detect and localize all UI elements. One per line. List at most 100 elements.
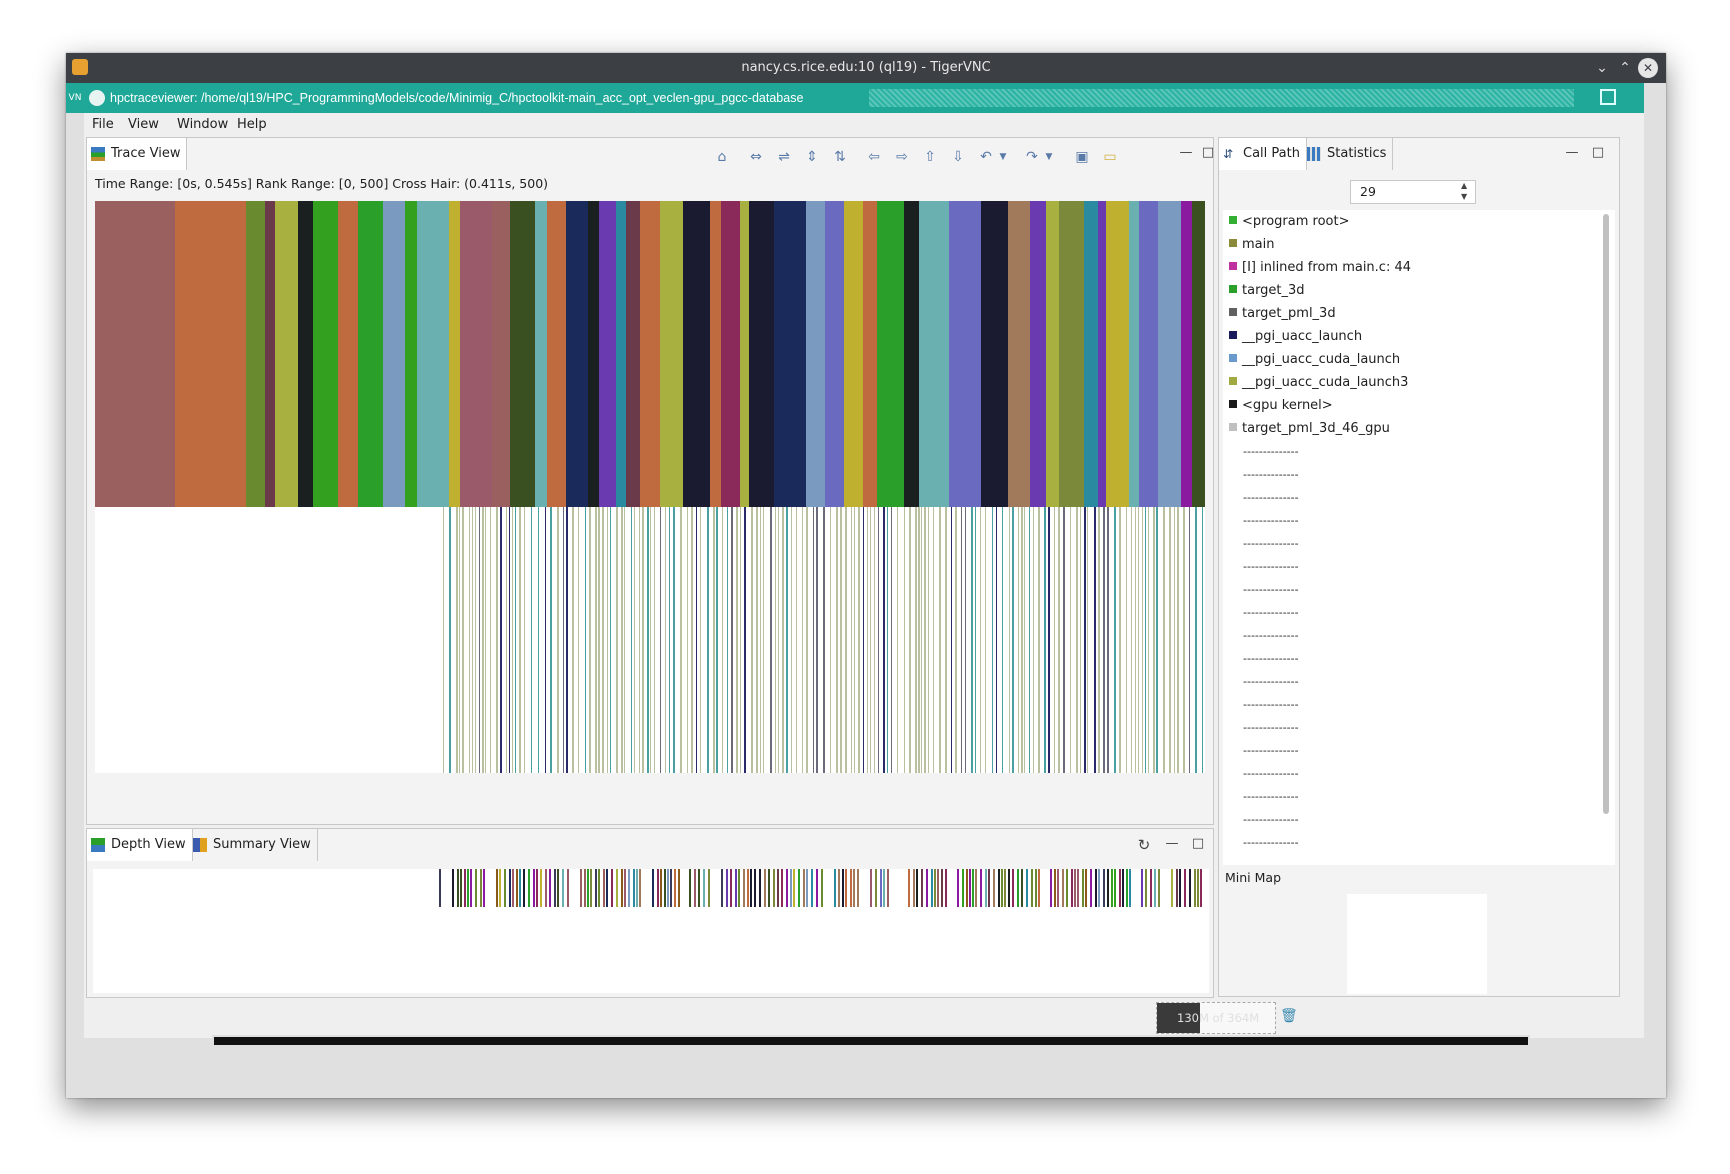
minimize-panel-icon[interactable]: — [1165, 837, 1179, 851]
call-path-item[interactable]: target_pml_3d [1229, 304, 1336, 324]
depth-line [639, 869, 641, 907]
trace-line [840, 507, 842, 773]
menu-window[interactable]: Window [171, 113, 234, 137]
trace-line [1044, 507, 1046, 773]
trace-line [1107, 507, 1109, 773]
arrow-down-icon[interactable]: ⇩ [947, 148, 969, 166]
trace-line [813, 507, 814, 773]
tab-statistics[interactable]: Statistics [1303, 138, 1394, 170]
depth-line [834, 869, 836, 907]
call-path-item[interactable]: target_3d [1229, 281, 1305, 301]
call-path-item[interactable]: <program root> [1229, 212, 1349, 232]
depth-line [703, 869, 705, 907]
maximize-panel-icon[interactable]: □ [1201, 146, 1215, 160]
menu-file[interactable]: File [86, 113, 120, 137]
call-path-label: __pgi_uacc_launch [1242, 329, 1363, 344]
depth-spinner[interactable]: 29 ▲ ▼ [1350, 180, 1476, 204]
trace-band [1129, 201, 1139, 507]
refresh-icon[interactable]: ↻ [1137, 838, 1151, 853]
depth-line [721, 869, 723, 907]
close-icon[interactable]: ✕ [1638, 58, 1658, 78]
trace-line [621, 507, 623, 773]
vnc-titlebar: nancy.cs.rice.edu:10 (ql19) - TigerVNC ⌄… [66, 53, 1666, 83]
color-swatch [1229, 216, 1237, 224]
call-path-item[interactable]: [I] inlined from main.c: 44 [1229, 258, 1411, 278]
color-swatch [1229, 354, 1237, 362]
trace-line [519, 507, 521, 773]
memory-indicator: 130M of 364M [1156, 1002, 1276, 1034]
vnc-horizontal-scrollbar[interactable] [212, 1035, 1530, 1047]
trace-band [275, 201, 298, 507]
menu-view[interactable]: View [122, 113, 165, 137]
depth-line [475, 869, 477, 907]
window-layout-icon[interactable] [1600, 89, 1616, 105]
depth-line [1074, 869, 1076, 907]
depth-line [611, 869, 613, 907]
shrink-horizontal-icon[interactable]: ⇌ [773, 148, 795, 166]
minimize-panel-icon[interactable]: — [1179, 146, 1193, 160]
depth-canvas[interactable] [93, 869, 1209, 993]
call-path-item[interactable]: __pgi_uacc_launch [1229, 327, 1362, 347]
depth-line [1126, 869, 1128, 907]
depth-line [1150, 869, 1152, 907]
depth-line [750, 869, 752, 907]
undo-dropdown-icon[interactable]: ▼ [997, 148, 1009, 166]
depth-line [850, 869, 852, 907]
call-path-item[interactable]: target_pml_3d_46_gpu [1229, 419, 1390, 439]
tab-depth-view[interactable]: Depth View [87, 829, 193, 861]
trace-band [1098, 201, 1106, 507]
call-path-item[interactable]: __pgi_uacc_cuda_launch3 [1229, 373, 1408, 393]
maximize-panel-icon[interactable]: □ [1591, 146, 1605, 160]
call-path-item[interactable]: main [1229, 235, 1274, 255]
redo-dropdown-icon[interactable]: ▼ [1043, 148, 1055, 166]
call-path-placeholder: -------------- [1243, 491, 1299, 504]
maximize-icon[interactable]: ⌃ [1615, 58, 1635, 78]
home-icon[interactable]: ⌂ [711, 148, 733, 166]
spinner-up-icon[interactable]: ▲ [1461, 181, 1467, 190]
open-folder-icon[interactable]: ▭ [1099, 148, 1121, 166]
depth-spinner-value[interactable]: 29 [1360, 184, 1376, 199]
trace-line [691, 507, 693, 773]
save-icon[interactable]: ▣ [1071, 148, 1093, 166]
trace-line [634, 507, 635, 773]
call-path-item[interactable]: __pgi_uacc_cuda_launch [1229, 350, 1400, 370]
trash-icon[interactable]: 🗑 [1280, 1008, 1298, 1024]
depth-line [845, 869, 847, 907]
trace-line [897, 507, 898, 773]
trace-canvas[interactable] [95, 201, 1205, 773]
trace-line [1163, 507, 1165, 773]
spinner-down-icon[interactable]: ▼ [1461, 192, 1467, 201]
tab-summary-view[interactable]: Summary View [189, 829, 318, 861]
trace-plot[interactable] [95, 201, 1205, 773]
scrollbar[interactable] [1603, 214, 1609, 814]
undo-icon[interactable]: ↶ [975, 148, 997, 166]
arrow-left-icon[interactable]: ⇦ [863, 148, 885, 166]
trace-line [631, 507, 632, 773]
arrow-right-icon[interactable]: ⇨ [891, 148, 913, 166]
call-path-placeholder: -------------- [1243, 629, 1299, 642]
redo-icon[interactable]: ↷ [1021, 148, 1043, 166]
expand-vertical-icon[interactable]: ⇕ [801, 148, 823, 166]
shrink-vertical-icon[interactable]: ⇅ [829, 148, 851, 166]
call-path-icon: ⇵ [1223, 147, 1234, 161]
trace-line [524, 507, 525, 773]
menu-help[interactable]: Help [231, 113, 273, 137]
tab-call-path[interactable]: ⇵ Call Path [1219, 138, 1307, 170]
trace-band [904, 201, 919, 507]
trace-line [585, 507, 586, 773]
summary-view-tab-label: Summary View [213, 837, 311, 852]
arrow-up-icon[interactable]: ⇧ [919, 148, 941, 166]
mini-map[interactable] [1347, 894, 1487, 994]
maximize-panel-icon[interactable]: □ [1191, 837, 1205, 851]
depth-plot[interactable] [93, 869, 1209, 993]
minimize-icon[interactable]: ⌄ [1592, 58, 1612, 78]
trace-line [472, 507, 473, 773]
trace-band [616, 201, 626, 507]
trace-line [1119, 507, 1121, 773]
depth-line [536, 869, 538, 907]
minimize-panel-icon[interactable]: — [1565, 146, 1579, 160]
color-swatch [1229, 239, 1237, 247]
call-path-item[interactable]: <gpu kernel> [1229, 396, 1333, 416]
expand-horizontal-icon[interactable]: ⇔ [745, 148, 767, 166]
trace-line [806, 507, 808, 773]
